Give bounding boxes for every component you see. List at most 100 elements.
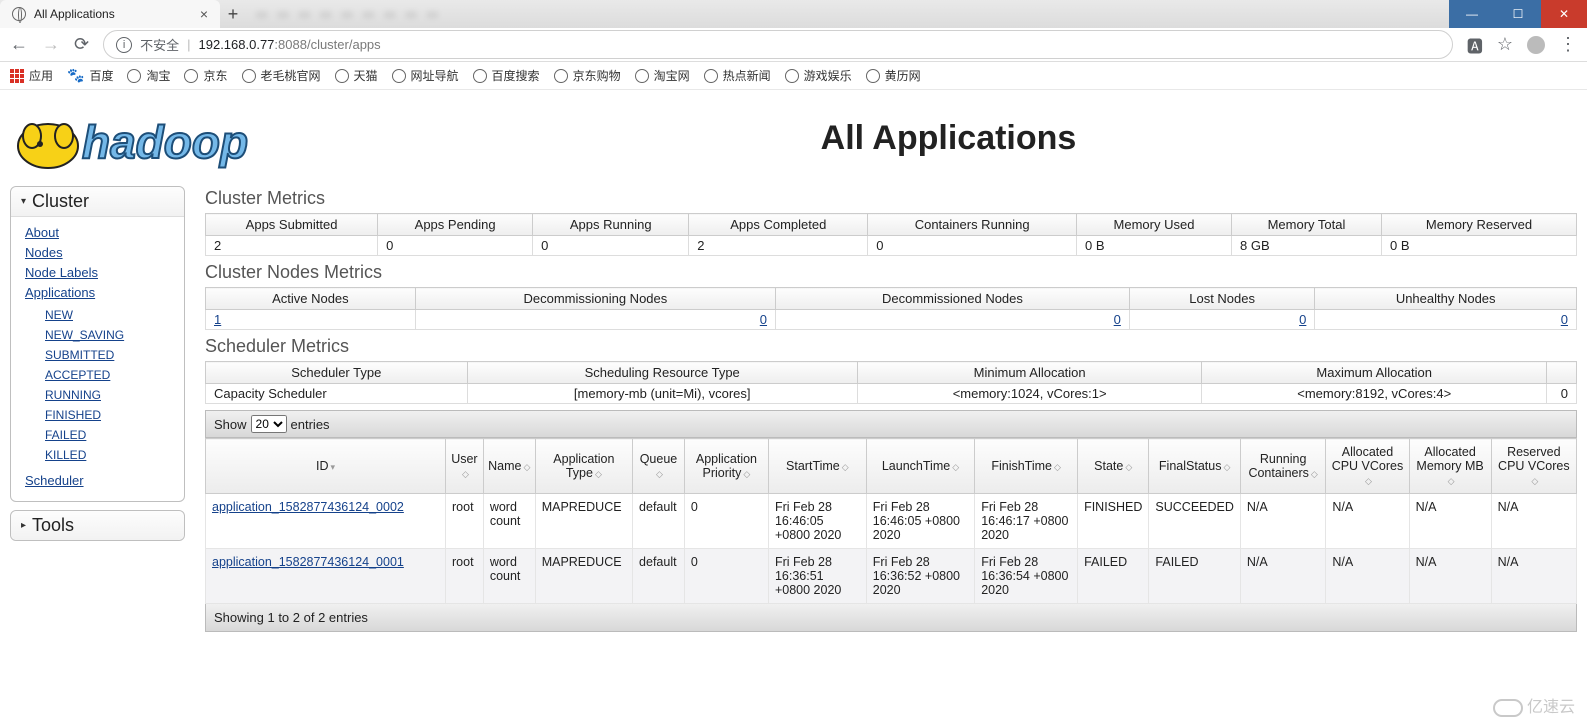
active-nodes-link[interactable]: 1 <box>214 312 221 327</box>
lost-nodes-link[interactable]: 0 <box>1299 312 1306 327</box>
nav-state-accepted[interactable]: ACCEPTED <box>45 365 170 385</box>
nav-app-states: NEW NEW_SAVING SUBMITTED ACCEPTED RUNNIN… <box>25 305 170 465</box>
nav-scheduler[interactable]: Scheduler <box>25 471 170 491</box>
th-apps-pending[interactable]: Apps Pending <box>378 214 533 236</box>
th-finish[interactable]: FinishTime◇ <box>975 439 1078 494</box>
bookmark-tbnet[interactable]: 淘宝网 <box>635 67 690 84</box>
th-id[interactable]: ID▾ <box>206 439 446 494</box>
sort-icon: ◇ <box>523 463 530 471</box>
bookmark-bdsearch[interactable]: 百度搜索 <box>473 67 540 84</box>
th-extra[interactable] <box>1547 362 1577 384</box>
th-apps-running[interactable]: Apps Running <box>533 214 689 236</box>
bookmark-laomaotao[interactable]: 老毛桃官网 <box>242 67 321 84</box>
th-apps-submitted[interactable]: Apps Submitted <box>206 214 378 236</box>
menu-icon[interactable]: ⋮ <box>1559 34 1577 55</box>
table-row: 2 0 0 2 0 0 B 8 GB 0 B <box>206 236 1577 256</box>
bookmark-taobao[interactable]: 淘宝 <box>127 67 170 84</box>
th-queue[interactable]: Queue◇ <box>633 439 685 494</box>
th-rc[interactable]: Running Containers◇ <box>1240 439 1325 494</box>
th-mem[interactable]: Allocated Memory MB◇ <box>1409 439 1491 494</box>
maximize-button[interactable]: ☐ <box>1495 0 1541 28</box>
nav-state-new-saving[interactable]: NEW_SAVING <box>45 325 170 345</box>
nav-applications[interactable]: Applications <box>25 283 170 303</box>
globe-icon <box>184 69 198 83</box>
th-launch[interactable]: LaunchTime◇ <box>866 439 974 494</box>
close-tab-icon[interactable]: × <box>200 6 208 22</box>
th-memory-reserved[interactable]: Memory Reserved <box>1381 214 1576 236</box>
decomd-nodes-link[interactable]: 0 <box>1114 312 1121 327</box>
bookmark-tmall[interactable]: 天猫 <box>335 67 378 84</box>
th-memory-total[interactable]: Memory Total <box>1231 214 1381 236</box>
th-cpu[interactable]: Allocated CPU VCores◇ <box>1326 439 1409 494</box>
bookmark-huangli[interactable]: 黄历网 <box>866 67 921 84</box>
nav-state-failed[interactable]: FAILED <box>45 425 170 445</box>
th-decom-nodes[interactable]: Decommissioning Nodes <box>415 288 775 310</box>
back-button[interactable]: ← <box>10 34 28 55</box>
app-id-link[interactable]: application_1582877436124_0002 <box>212 500 404 514</box>
nav-state-killed[interactable]: KILLED <box>45 445 170 465</box>
unhealthy-nodes-link[interactable]: 0 <box>1561 312 1568 327</box>
nav-state-running[interactable]: RUNNING <box>45 385 170 405</box>
close-window-button[interactable]: ✕ <box>1541 0 1587 28</box>
th-memory-used[interactable]: Memory Used <box>1077 214 1232 236</box>
forward-button[interactable]: → <box>42 34 60 55</box>
nav-state-new[interactable]: NEW <box>45 305 170 325</box>
globe-icon <box>242 69 256 83</box>
cluster-metrics-table: Apps Submitted Apps Pending Apps Running… <box>205 213 1577 256</box>
translate-icon[interactable]: 🅰 <box>1467 33 1483 57</box>
th-app-type[interactable]: Application Type◇ <box>535 439 632 494</box>
nav-state-submitted[interactable]: SUBMITTED <box>45 345 170 365</box>
nav-cluster-header[interactable]: ▾Cluster <box>11 187 184 217</box>
th-sched-type[interactable]: Scheduler Type <box>206 362 468 384</box>
sort-icon: ◇ <box>656 470 663 478</box>
info-icon[interactable]: i <box>116 37 132 53</box>
new-tab-button[interactable]: + <box>220 0 246 28</box>
address-bar[interactable]: i 不安全 | 192.168.0.77:8088/cluster/apps <box>103 30 1453 59</box>
apps-shortcut[interactable]: 应用 <box>10 67 53 84</box>
th-name[interactable]: Name◇ <box>483 439 535 494</box>
th-sched-res-type[interactable]: Scheduling Resource Type <box>467 362 857 384</box>
profile-icon[interactable] <box>1527 36 1545 54</box>
table-row: 1 0 0 0 0 <box>206 310 1577 330</box>
globe-icon <box>635 69 649 83</box>
th-lost-nodes[interactable]: Lost Nodes <box>1129 288 1314 310</box>
bookmark-baidu[interactable]: 🐾百度 <box>67 67 113 84</box>
th-rcpu[interactable]: Reserved CPU VCores◇ <box>1491 439 1576 494</box>
nav-about[interactable]: About <box>25 223 170 243</box>
bookmark-jd[interactable]: 京东 <box>184 67 227 84</box>
page-header: hadoop All Applications <box>0 90 1587 186</box>
th-user[interactable]: User◇ <box>446 439 484 494</box>
th-decomd-nodes[interactable]: Decommissioned Nodes <box>776 288 1130 310</box>
th-priority[interactable]: Application Priority◇ <box>684 439 768 494</box>
th-active-nodes[interactable]: Active Nodes <box>206 288 416 310</box>
bookmark-nav[interactable]: 网址导航 <box>392 67 459 84</box>
nav-tools-header[interactable]: ▸Tools <box>11 511 184 540</box>
app-id-link[interactable]: application_1582877436124_0001 <box>212 555 404 569</box>
bookmark-jdshop[interactable]: 京东购物 <box>554 67 621 84</box>
nav-state-finished[interactable]: FINISHED <box>45 405 170 425</box>
th-apps-completed[interactable]: Apps Completed <box>689 214 868 236</box>
sort-icon: ◇ <box>1448 477 1455 485</box>
background-tabs: ▭▭▭▭▭▭▭▭▭ <box>246 0 1449 28</box>
th-start[interactable]: StartTime◇ <box>768 439 866 494</box>
nav-node-labels[interactable]: Node Labels <box>25 263 170 283</box>
table-header-row: Apps Submitted Apps Pending Apps Running… <box>206 214 1577 236</box>
sort-icon: ◇ <box>595 470 602 478</box>
entries-select[interactable]: 20 <box>251 415 287 433</box>
triangle-down-icon: ▾ <box>21 196 26 207</box>
section-cluster-nodes: Cluster Nodes Metrics <box>205 262 1577 283</box>
star-icon[interactable]: ☆ <box>1497 34 1513 55</box>
th-containers-running[interactable]: Containers Running <box>868 214 1077 236</box>
active-tab[interactable]: All Applications × <box>0 0 220 28</box>
reload-button[interactable]: ⟳ <box>74 34 89 55</box>
th-state[interactable]: State◇ <box>1078 439 1149 494</box>
th-max-alloc[interactable]: Maximum Allocation <box>1202 362 1547 384</box>
th-final[interactable]: FinalStatus◇ <box>1149 439 1241 494</box>
decom-nodes-link[interactable]: 0 <box>760 312 767 327</box>
bookmark-game[interactable]: 游戏娱乐 <box>785 67 852 84</box>
th-unhealthy-nodes[interactable]: Unhealthy Nodes <box>1315 288 1577 310</box>
nav-nodes[interactable]: Nodes <box>25 243 170 263</box>
th-min-alloc[interactable]: Minimum Allocation <box>857 362 1202 384</box>
bookmark-news[interactable]: 热点新闻 <box>704 67 771 84</box>
minimize-button[interactable]: — <box>1449 0 1495 28</box>
